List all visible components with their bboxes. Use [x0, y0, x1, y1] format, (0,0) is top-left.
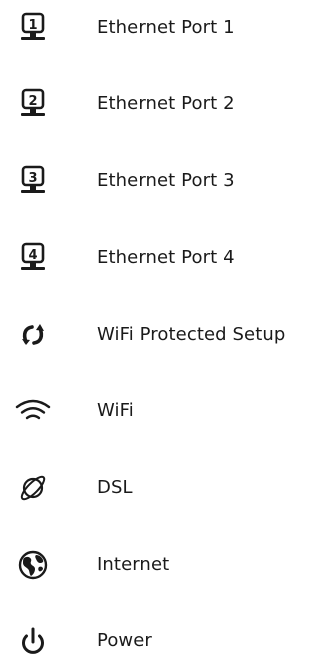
status-light-legend: 1 Ethernet Port 1 2 Ethernet Port 2 3 Et…	[0, 0, 320, 658]
legend-label: Internet	[97, 554, 170, 575]
internet-globe-icon	[13, 548, 53, 582]
ethernet-port-2-icon: 2	[13, 87, 53, 121]
power-icon	[13, 624, 53, 658]
svg-text:3: 3	[28, 171, 37, 186]
legend-item-internet: Internet	[0, 545, 320, 585]
legend-item-wps: WiFi Protected Setup	[0, 315, 320, 355]
wifi-icon	[13, 394, 53, 428]
ethernet-port-4-icon: 4	[13, 241, 53, 275]
legend-item-ethernet-port-1: 1 Ethernet Port 1	[0, 8, 320, 48]
ethernet-port-3-icon: 3	[13, 164, 53, 198]
legend-item-wifi: WiFi	[0, 391, 320, 431]
legend-label: Ethernet Port 4	[97, 247, 235, 268]
wps-icon	[13, 318, 53, 352]
legend-item-ethernet-port-2: 2 Ethernet Port 2	[0, 84, 320, 124]
legend-label: WiFi	[97, 400, 134, 421]
legend-label: Ethernet Port 1	[97, 17, 235, 38]
legend-item-ethernet-port-3: 3 Ethernet Port 3	[0, 161, 320, 201]
legend-item-ethernet-port-4: 4 Ethernet Port 4	[0, 238, 320, 278]
ethernet-port-1-icon: 1	[13, 11, 53, 45]
legend-label: Ethernet Port 3	[97, 170, 235, 191]
svg-text:2: 2	[28, 94, 37, 109]
legend-label: Ethernet Port 2	[97, 93, 235, 114]
legend-label: DSL	[97, 477, 133, 498]
legend-label: WiFi Protected Setup	[97, 324, 286, 345]
svg-text:4: 4	[28, 248, 37, 263]
dsl-icon	[13, 471, 53, 505]
svg-text:1: 1	[28, 18, 37, 33]
legend-item-power: Power	[0, 621, 320, 661]
legend-item-dsl: DSL	[0, 468, 320, 508]
legend-label: Power	[97, 630, 152, 651]
